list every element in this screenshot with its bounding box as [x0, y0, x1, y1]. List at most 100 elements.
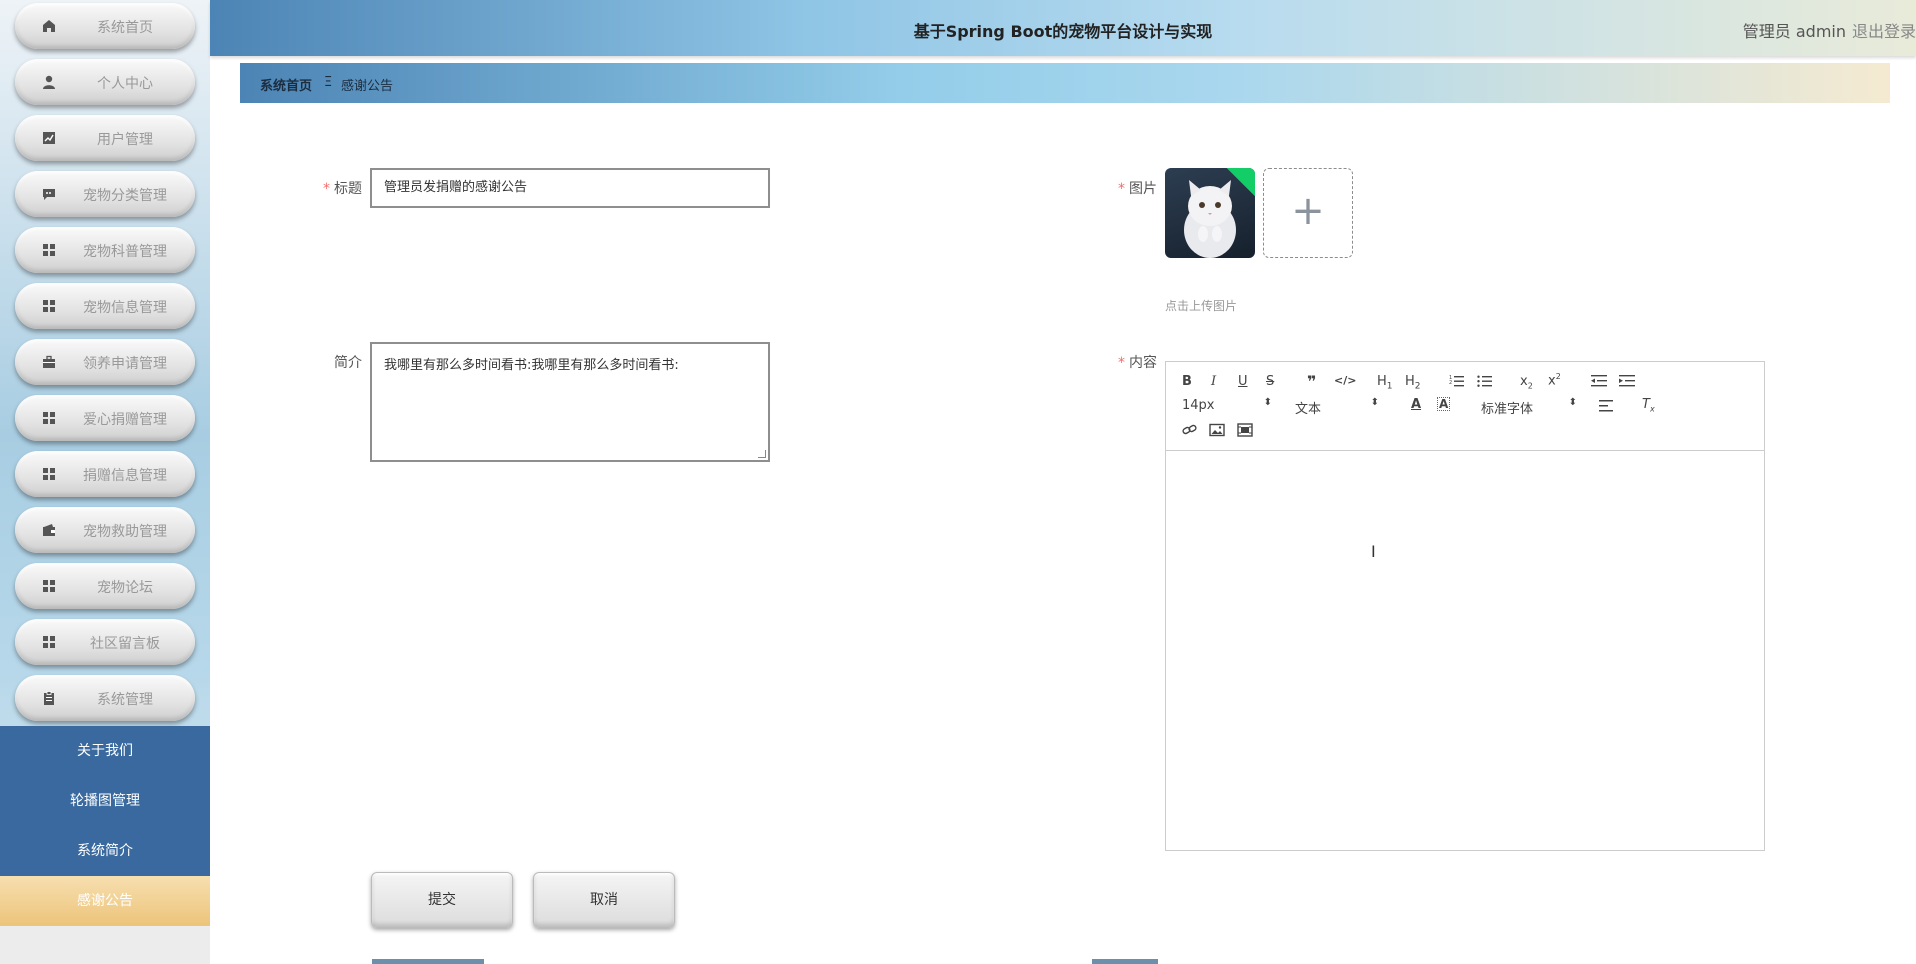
upload-image-button[interactable]: + [1263, 168, 1353, 258]
align-icon[interactable] [1599, 399, 1615, 413]
title-input[interactable]: 管理员发捐赠的感谢公告 [370, 168, 770, 208]
link-icon[interactable] [1182, 423, 1198, 437]
sidebar-item-label: 爱心捐赠管理 [83, 412, 167, 428]
clipboard-icon [44, 691, 54, 705]
font-color-icon[interactable]: A [1411, 397, 1421, 412]
code-block-icon[interactable]: </> [1334, 374, 1356, 387]
sidebar-item-label: 宠物科普管理 [83, 244, 167, 260]
subscript-icon[interactable]: x2 [1520, 374, 1533, 391]
sidebar-item-donation[interactable]: 爱心捐赠管理 [15, 395, 195, 441]
grid-icon [43, 300, 55, 312]
required-mark: * [323, 181, 330, 197]
font-size-select[interactable]: 14px ⬍ [1182, 397, 1272, 413]
editor-content-area[interactable]: I [1166, 452, 1764, 850]
underline-icon[interactable]: U [1238, 374, 1248, 389]
editor-toolbar: B I U S ❞ </> H1 H2 12 x2 x2 14px ⬍ 文本 ⬍ A… [1166, 362, 1764, 451]
sidebar-item-pet-info[interactable]: 宠物信息管理 [15, 283, 195, 329]
sidebar-item-label: 个人中心 [97, 76, 153, 92]
header-select[interactable]: 文本 ⬍ [1295, 397, 1379, 417]
submenu-item-about[interactable]: 关于我们 [0, 726, 210, 776]
grid-icon [43, 636, 55, 648]
sidebar-item-message-board[interactable]: 社区留言板 [15, 619, 195, 665]
heading2-icon[interactable]: H2 [1405, 374, 1421, 392]
sidebar-item-system[interactable]: 系统管理 [15, 675, 195, 721]
sidebar-item-label: 宠物救助管理 [83, 524, 167, 540]
select-arrow-icon: ⬍ [1263, 397, 1272, 408]
bullet-list-icon[interactable] [1477, 374, 1493, 388]
submit-button[interactable]: 提交 [371, 872, 513, 928]
content-label-text: 内容 [1129, 355, 1157, 371]
header-select-value: 文本 [1295, 402, 1322, 417]
text-cursor-icon: I [1371, 542, 1376, 561]
ordered-list-icon[interactable]: 12 [1449, 374, 1465, 388]
video-icon[interactable] [1237, 423, 1253, 437]
grid-icon [43, 412, 55, 424]
sidebar-item-profile[interactable]: 个人中心 [15, 59, 195, 105]
sidebar-item-label: 宠物分类管理 [83, 188, 167, 204]
resize-handle[interactable] [758, 450, 766, 458]
sidebar-item-pet-category[interactable]: 宠物分类管理 [15, 171, 195, 217]
intro-label: 简介 [300, 352, 362, 372]
briefcase-icon [43, 355, 55, 368]
image-label-text: 图片 [1129, 181, 1157, 197]
sidebar-item-forum[interactable]: 宠物论坛 [15, 563, 195, 609]
indent-icon[interactable] [1619, 374, 1635, 388]
home-icon [43, 20, 55, 32]
sidebar-item-adoption[interactable]: 领养申请管理 [15, 339, 195, 385]
sidebar: 系统首页 个人中心 用户管理 宠物分类管理 宠物科普管理 宠物信息管理 领养申请… [0, 0, 210, 964]
uploaded-image-thumbnail[interactable] [1165, 168, 1255, 258]
top-header: 基于Spring Boot的宠物平台设计与实现 管理员 admin 退出登录 [210, 0, 1916, 56]
sidebar-item-donation-info[interactable]: 捐赠信息管理 [15, 451, 195, 497]
font-family-select[interactable]: 标准字体 ⬍ [1481, 397, 1577, 417]
app-title: 基于Spring Boot的宠物平台设计与实现 [913, 22, 1213, 41]
decorative-strip [1092, 959, 1158, 964]
intro-label-text: 简介 [334, 355, 362, 371]
required-mark: * [1118, 355, 1125, 371]
font-size-value: 14px [1182, 398, 1215, 413]
wallet-icon [43, 524, 55, 536]
title-label: * 标题 [300, 178, 362, 198]
strike-icon[interactable]: S [1266, 374, 1274, 389]
sidebar-item-home[interactable]: 系统首页 [15, 3, 195, 49]
breadcrumb-current: 感谢公告 [341, 79, 394, 94]
clear-format-icon[interactable]: Tx [1642, 397, 1655, 414]
breadcrumb: 系统首页 Ξ 感谢公告 [240, 63, 1890, 103]
image-icon[interactable] [1209, 423, 1225, 437]
title-label-text: 标题 [334, 181, 362, 197]
cancel-button[interactable]: 取消 [533, 872, 675, 928]
svg-text:2: 2 [1449, 380, 1452, 386]
italic-icon[interactable]: I [1211, 374, 1216, 389]
sidebar-item-label: 系统首页 [97, 20, 153, 36]
sidebar-item-pet-science[interactable]: 宠物科普管理 [15, 227, 195, 273]
sidebar-item-label: 宠物论坛 [97, 580, 153, 596]
logout-link[interactable]: 退出登录 [1852, 18, 1916, 42]
submenu-item-thanks-notice[interactable]: 感谢公告 [0, 876, 210, 926]
bold-icon[interactable]: B [1182, 374, 1192, 389]
breadcrumb-home[interactable]: 系统首页 [260, 75, 312, 94]
superscript-icon[interactable]: x2 [1548, 372, 1561, 388]
chat-icon [43, 189, 55, 200]
background-color-icon[interactable]: A [1437, 397, 1451, 411]
breadcrumb-separator: Ξ [324, 75, 333, 90]
sidebar-item-users[interactable]: 用户管理 [15, 115, 195, 161]
decorative-strip [372, 959, 484, 964]
upload-tip: 点击上传图片 [1165, 299, 1238, 313]
intro-textarea[interactable]: 我哪里有那么多时间看书:我哪里有那么多时间看书: [370, 342, 770, 462]
outdent-icon[interactable] [1591, 374, 1607, 388]
current-user: 管理员 admin [1742, 22, 1846, 41]
chart-icon [43, 132, 55, 144]
submenu-item-intro[interactable]: 系统简介 [0, 826, 210, 876]
blockquote-icon[interactable]: ❞ [1307, 372, 1316, 391]
heading1-icon[interactable]: H1 [1377, 374, 1393, 392]
plus-icon: + [1291, 188, 1325, 234]
grid-icon [43, 580, 55, 592]
grid-icon [43, 468, 55, 480]
grid-icon [43, 244, 55, 256]
select-arrow-icon: ⬍ [1370, 397, 1379, 408]
font-family-value: 标准字体 [1481, 402, 1534, 417]
submenu-item-carousel[interactable]: 轮播图管理 [0, 776, 210, 826]
content-label: * 内容 [1100, 352, 1157, 372]
rich-text-editor: B I U S ❞ </> H1 H2 12 x2 x2 14px ⬍ 文本 ⬍ A… [1165, 361, 1765, 851]
select-arrow-icon: ⬍ [1568, 397, 1577, 408]
sidebar-item-rescue[interactable]: 宠物救助管理 [15, 507, 195, 553]
